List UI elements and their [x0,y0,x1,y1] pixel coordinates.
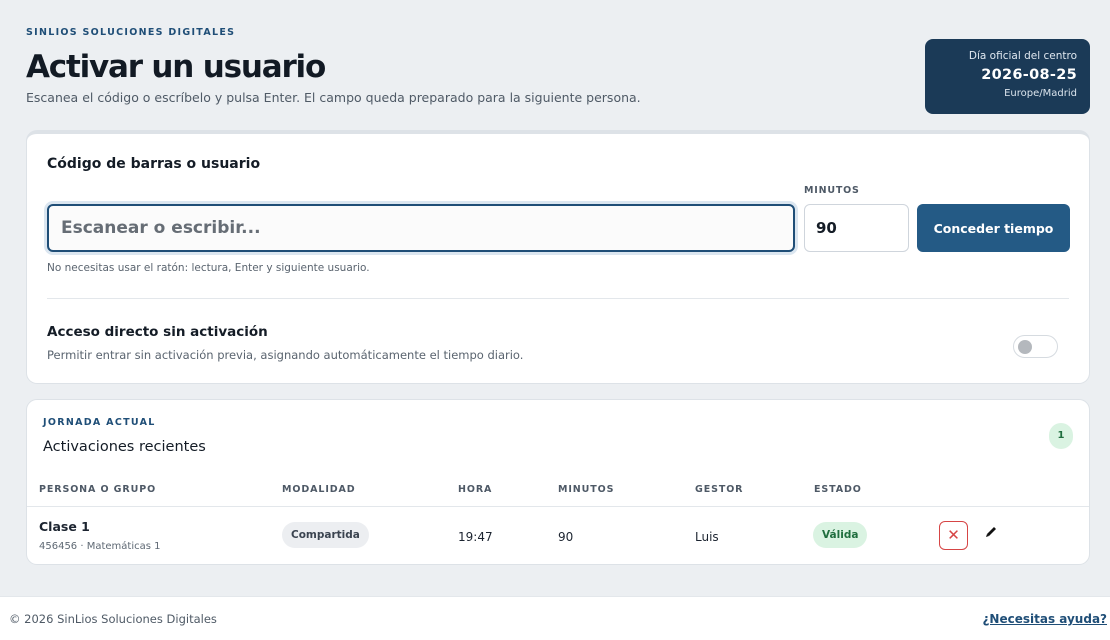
minutes-input[interactable] [804,204,909,252]
copyright-text: © 2026 SinLios Soluciones Digitales [9,612,217,626]
manager-name: Luis [695,530,719,544]
direct-access-title: Acceso directo sin activación [47,324,268,340]
column-header-state: ESTADO [814,484,862,495]
column-header-time: HORA [458,484,493,495]
person-meta: 456456 · Matemáticas 1 [39,541,161,552]
activation-hint: No necesitas usar el ratón: lectura, Ent… [47,262,370,274]
minutes-label: MINUTOS [804,185,860,196]
official-date-label: Día oficial del centro [968,50,1077,62]
brand-name: SINLIOS SOLUCIONES DIGITALES [26,27,236,38]
mode-badge: Compartida [282,522,369,548]
person-name: Clase 1 [39,519,90,534]
activation-title: Código de barras o usuario [47,156,261,172]
recent-activations-card: JORNADA ACTUAL Activaciones recientes 1 … [26,399,1090,565]
status-badge: Válida [813,522,868,548]
grant-time-button[interactable]: Conceder tiempo [917,204,1070,252]
close-icon: ✕ [947,526,960,544]
column-header-mode: MODALIDAD [282,484,356,495]
revoke-button[interactable]: ✕ [939,521,968,550]
barcode-input[interactable] [47,204,795,252]
toggle-knob [1018,340,1032,354]
recent-activations-title: Activaciones recientes [43,439,206,455]
activation-time: 19:47 [458,530,493,544]
official-date-card: Día oficial del centro 2026-08-25 Europe… [925,39,1090,114]
table-row: Clase 1 456456 · Matemáticas 1 Compartid… [27,508,1089,564]
column-header-minutes: MINUTOS [558,484,615,495]
column-header-manager: GESTOR [695,484,744,495]
page-footer: © 2026 SinLios Soluciones Digitales ¿Nec… [0,596,1110,640]
activation-card: Código de barras o usuario MINUTOS Conce… [26,130,1090,384]
activations-count-badge: 1 [1049,423,1073,449]
official-date-value: 2026-08-25 [981,67,1077,83]
direct-access-toggle[interactable] [1013,335,1058,358]
page-header: SINLIOS SOLUCIONES DIGITALES Activar un … [26,27,1090,117]
section-divider [47,298,1069,299]
timezone-label: Europe/Madrid [1004,88,1077,99]
table-header: PERSONA O GRUPO MODALIDAD HORA MINUTOS G… [27,482,1089,507]
activation-minutes: 90 [558,530,574,544]
pencil-icon[interactable] [985,524,999,538]
direct-access-description: Permitir entrar sin activación previa, a… [47,348,524,362]
current-day-kicker: JORNADA ACTUAL [43,417,156,428]
column-header-person: PERSONA O GRUPO [39,484,157,495]
help-link[interactable]: ¿Necesitas ayuda? [982,612,1107,626]
